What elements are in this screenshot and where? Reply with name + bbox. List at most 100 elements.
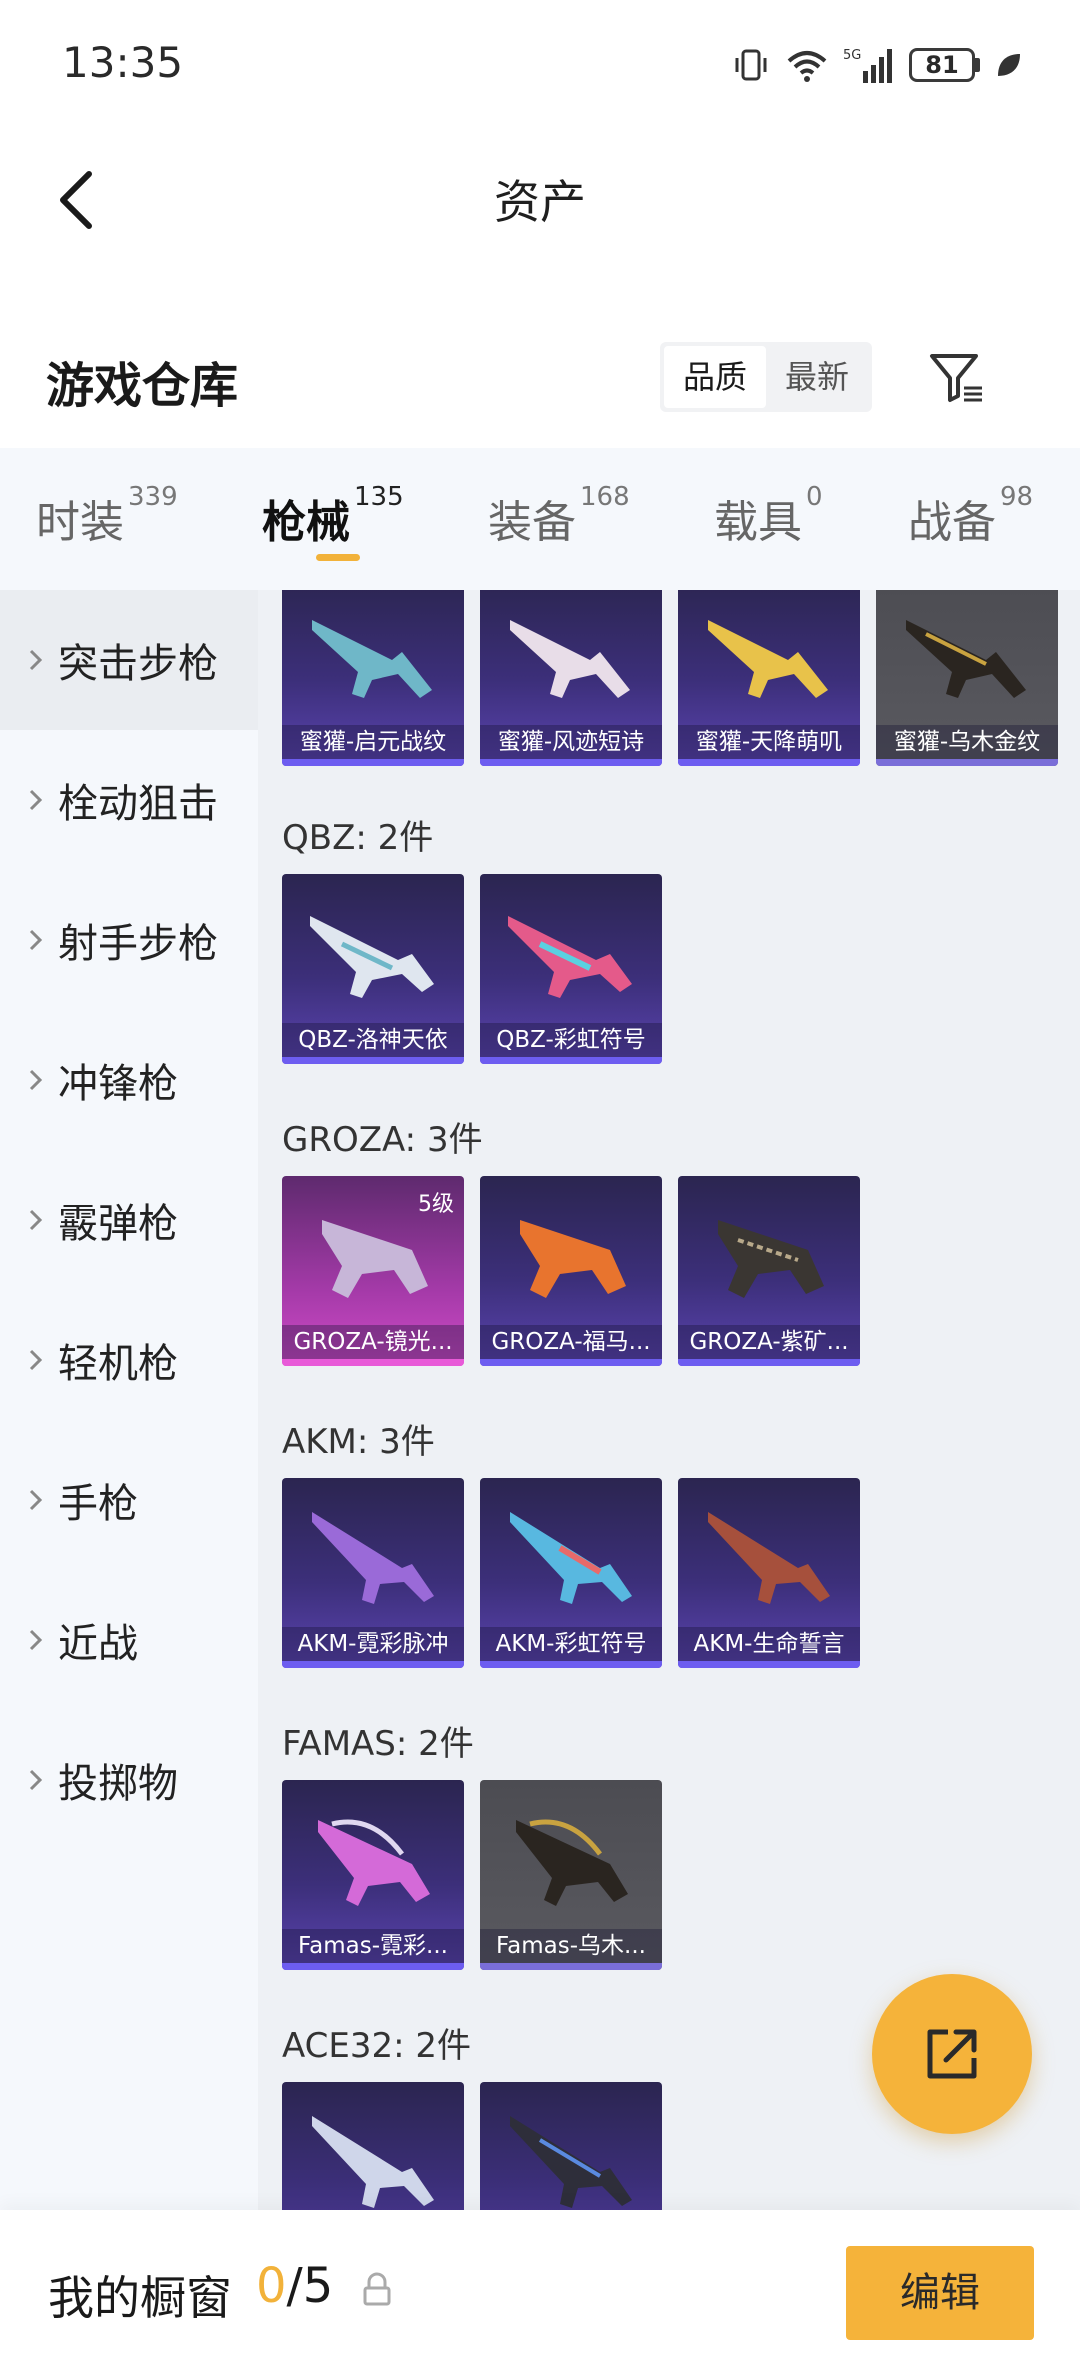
item-name: AKM-生命誓言 <box>678 1627 860 1661</box>
item-name: Famas-霓彩... <box>282 1929 464 1963</box>
chevron-right-icon <box>28 1485 44 1515</box>
active-tab-indicator <box>316 554 360 561</box>
sidebar-item-label: 霰弹枪 <box>58 1201 178 1247</box>
item-card[interactable]: AKM-彩虹符号 <box>480 1478 662 1668</box>
rifle-skin-image <box>508 916 632 998</box>
sidebar-item-label: 投掷物 <box>58 1761 178 1807</box>
item-card[interactable]: AKM-生命誓言 <box>678 1478 860 1668</box>
item-grid: 蜜獾-启元战纹 蜜獾-风迹短诗 蜜獾-天降萌叽 蜜獾-乌木金纹 QBZ: 2件 … <box>258 590 1080 2210</box>
rifle-skin-image <box>322 1220 428 1298</box>
sidebar-item-label: 栓动狙击 <box>58 781 218 827</box>
item-name: 蜜獾-天降萌叽 <box>678 725 860 759</box>
group-title: FAMAS: 2件 <box>282 1724 474 1764</box>
wifi-icon <box>785 45 829 85</box>
sidebar-item-label: 冲锋枪 <box>58 1061 178 1107</box>
showcase-bar: 我的橱窗 0/5 编辑 <box>0 2210 1080 2376</box>
chevron-right-icon <box>28 1345 44 1375</box>
group-title: GROZA: 3件 <box>282 1120 483 1160</box>
chevron-right-icon <box>28 645 44 675</box>
item-card[interactable]: 蜜獾-启元战纹 <box>282 590 464 766</box>
tab-label: 装备 <box>488 497 576 548</box>
rarity-strip <box>876 759 1058 766</box>
showcase-label: 我的橱窗 <box>48 2271 232 2325</box>
item-card[interactable]: 蜜獾-天降萌叽 <box>678 590 860 766</box>
rarity-strip <box>282 1057 464 1064</box>
sidebar-item-throwable[interactable]: 投掷物 <box>0 1710 258 1850</box>
sort-quality-button[interactable]: 品质 <box>664 346 766 408</box>
rarity-strip <box>678 1359 860 1366</box>
tab-label: 时装 <box>36 497 124 548</box>
group-title: AKM: 3件 <box>282 1422 435 1462</box>
rarity-strip <box>282 759 464 766</box>
weapon-type-sidebar: 突击步枪 栓动狙击 射手步枪 冲锋枪 霰弹枪 轻机枪 手枪 近战 投掷物 <box>0 590 258 2210</box>
tab-count: 135 <box>354 482 404 512</box>
app-root: 13:35 5G 81 资产 游戏仓库 品质 最新 时装 339 枪械 135 … <box>0 0 1080 2376</box>
tab-label: 战备 <box>908 497 996 548</box>
sidebar-item-shotgun[interactable]: 霰弹枪 <box>0 1150 258 1290</box>
tab-firearms[interactable]: 枪械 135 <box>262 482 404 550</box>
tab-count: 168 <box>580 482 630 512</box>
sidebar-item-label: 手枪 <box>58 1481 138 1527</box>
status-time: 13:35 <box>62 38 184 87</box>
item-card[interactable]: QBZ-洛神天依 <box>282 874 464 1064</box>
sidebar-item-smg[interactable]: 冲锋枪 <box>0 1010 258 1150</box>
signal-icon: 5G <box>843 45 895 85</box>
item-name: 蜜獾-风迹短诗 <box>480 725 662 759</box>
rifle-skin-image <box>708 620 828 698</box>
sidebar-item-assault-rifle[interactable]: 突击步枪 <box>0 590 258 730</box>
tab-label: 枪械 <box>262 497 350 548</box>
sidebar-item-marksman-rifle[interactable]: 射手步枪 <box>0 870 258 1010</box>
filter-button[interactable] <box>920 342 992 414</box>
edit-button[interactable]: 编辑 <box>846 2246 1034 2340</box>
item-name: Famas-乌木... <box>480 1929 662 1963</box>
lock-icon <box>363 2272 391 2306</box>
warehouse-title: 游戏仓库 <box>46 358 239 414</box>
status-bar: 13:35 5G 81 <box>0 0 1080 130</box>
tab-count: 98 <box>1000 482 1034 512</box>
category-tabs: 时装 339 枪械 135 装备 168 载具 0 战备 98 <box>0 448 1080 590</box>
item-card[interactable]: GROZA-福马... <box>480 1176 662 1366</box>
rifle-skin-image <box>516 1819 628 1906</box>
item-name: GROZA-福马... <box>480 1325 662 1359</box>
chevron-right-icon <box>28 1765 44 1795</box>
item-card[interactable]: 蜜獾-乌木金纹 <box>876 590 1058 766</box>
sidebar-item-bolt-sniper[interactable]: 栓动狙击 <box>0 730 258 870</box>
tab-fashion[interactable]: 时装 339 <box>36 482 178 550</box>
rarity-strip <box>480 1057 662 1064</box>
tab-equipment[interactable]: 装备 168 <box>488 482 630 550</box>
sidebar-item-pistol[interactable]: 手枪 <box>0 1430 258 1570</box>
rarity-strip <box>678 1661 860 1668</box>
rifle-skin-image <box>520 1220 626 1298</box>
item-card[interactable] <box>282 2082 464 2210</box>
warehouse-header: 游戏仓库 品质 最新 <box>0 320 1080 440</box>
item-card[interactable]: 蜜獾-风迹短诗 <box>480 590 662 766</box>
sort-newest-button[interactable]: 最新 <box>766 346 868 408</box>
battery-level: 81 <box>909 48 975 82</box>
sidebar-item-melee[interactable]: 近战 <box>0 1570 258 1710</box>
tab-vehicles[interactable]: 载具 0 <box>714 482 823 550</box>
item-card[interactable]: AKM-霓彩脉冲 <box>282 1478 464 1668</box>
item-name: GROZA-镜光... <box>282 1325 464 1359</box>
item-name: AKM-霓彩脉冲 <box>282 1627 464 1661</box>
tab-combat-gear[interactable]: 战备 98 <box>908 482 1033 550</box>
leaf-icon <box>994 50 1022 80</box>
sidebar-item-label: 近战 <box>58 1621 138 1667</box>
sidebar-item-label: 突击步枪 <box>58 641 218 687</box>
item-card[interactable]: 5级 GROZA-镜光... <box>282 1176 464 1366</box>
sidebar-item-lmg[interactable]: 轻机枪 <box>0 1290 258 1430</box>
share-button[interactable] <box>872 1974 1032 2134</box>
item-card[interactable] <box>480 2082 662 2210</box>
showcase-current: 0 <box>256 2258 287 2314</box>
svg-text:5G: 5G <box>843 48 861 63</box>
item-card[interactable]: Famas-霓彩... <box>282 1780 464 1970</box>
sort-toggle: 品质 最新 <box>660 342 872 412</box>
rifle-skin-image <box>510 2116 632 2208</box>
showcase-total: /5 <box>286 2258 334 2314</box>
group-title: ACE32: 2件 <box>282 2026 472 2066</box>
rarity-strip <box>480 1661 662 1668</box>
item-card[interactable]: QBZ-彩虹符号 <box>480 874 662 1064</box>
battery-icon: 81 <box>909 48 980 82</box>
item-card[interactable]: GROZA-紫矿... <box>678 1176 860 1366</box>
tab-label: 载具 <box>714 497 802 548</box>
item-card[interactable]: Famas-乌木... <box>480 1780 662 1970</box>
